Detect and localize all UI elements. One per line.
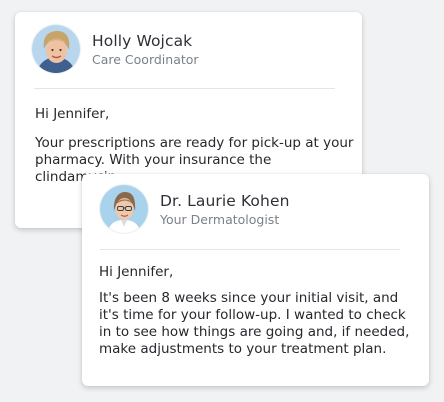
message-greeting: Hi Jennifer, (99, 264, 174, 280)
message-header: Holly Wojcak Care Coordinator (32, 25, 199, 73)
sender-name: Dr. Laurie Kohen (160, 191, 290, 210)
avatar-laurie-kohen (100, 185, 148, 233)
sender-role: Your Dermatologist (160, 211, 280, 227)
sender-info: Dr. Laurie Kohen Your Dermatologist (160, 191, 290, 228)
sender-role: Care Coordinator (92, 51, 199, 67)
divider (34, 88, 335, 89)
message-body: It's been 8 weeks since your initial vis… (99, 290, 410, 357)
divider (100, 249, 400, 250)
sender-name: Holly Wojcak (92, 31, 193, 50)
message-content: Hi Jennifer, It's been 8 weeks since you… (99, 264, 419, 358)
message-card-dermatologist[interactable]: Dr. Laurie Kohen Your Dermatologist Hi J… (82, 174, 429, 386)
message-greeting: Hi Jennifer, (35, 106, 110, 122)
message-header: Dr. Laurie Kohen Your Dermatologist (100, 185, 290, 233)
avatar-holly-wojcak (32, 25, 80, 73)
sender-info: Holly Wojcak Care Coordinator (92, 31, 199, 68)
